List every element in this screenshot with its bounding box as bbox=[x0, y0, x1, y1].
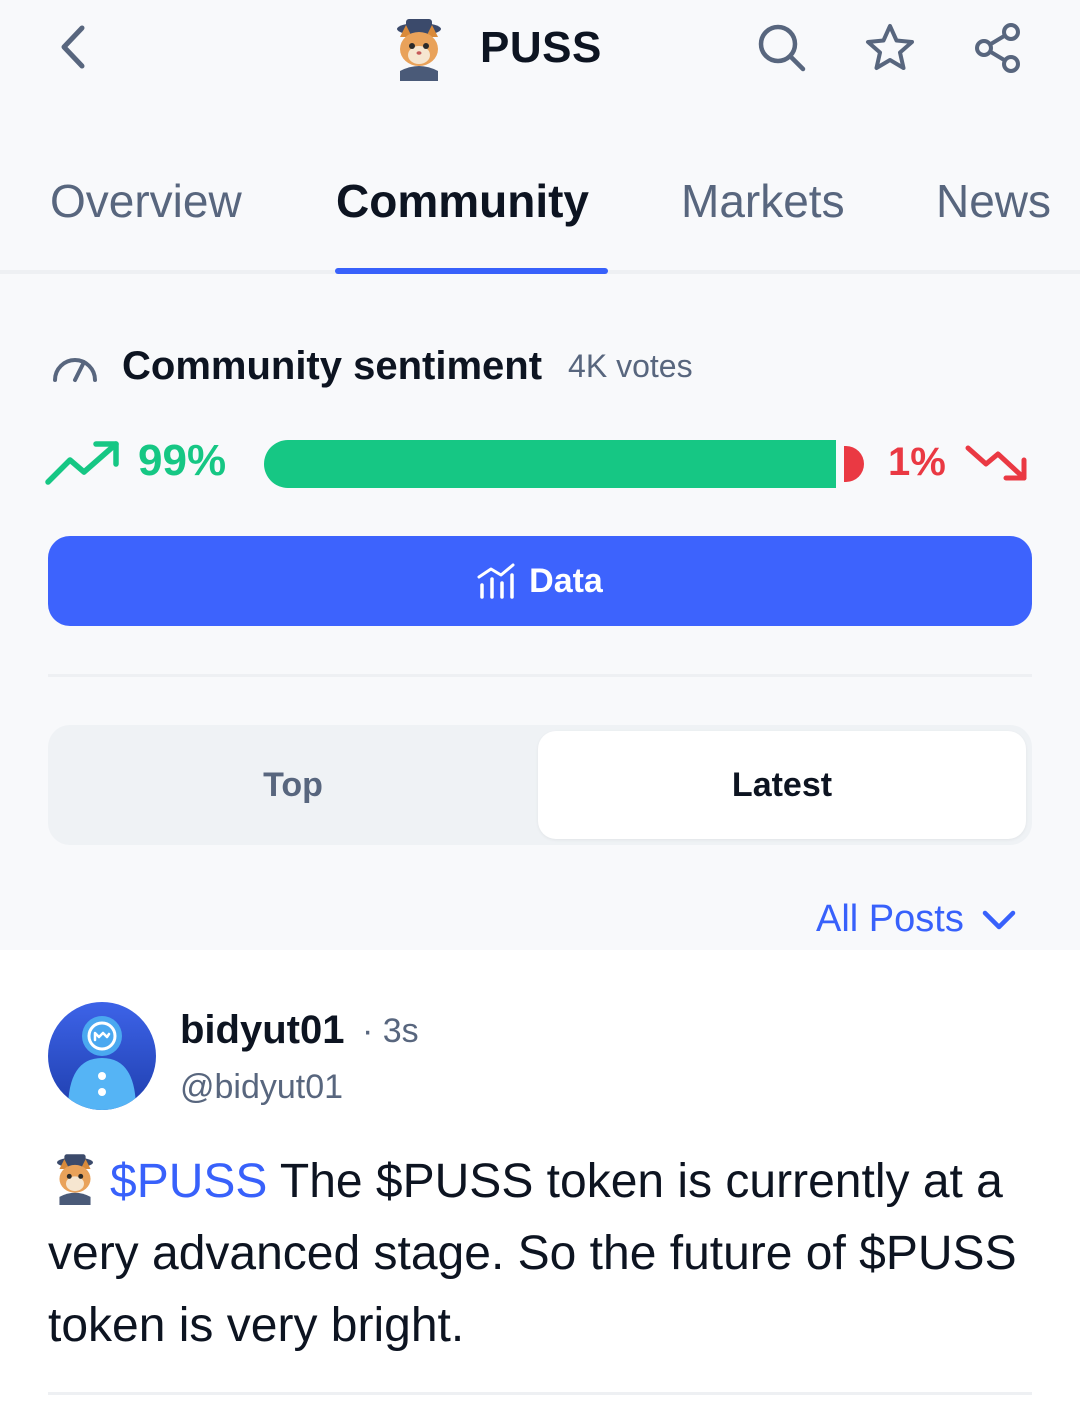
segment-top[interactable]: Top bbox=[48, 725, 538, 845]
post-username[interactable]: bidyut01 bbox=[180, 1008, 344, 1053]
back-chevron-icon bbox=[61, 25, 85, 69]
chevron-down-icon bbox=[982, 910, 1016, 929]
bullish-percentage: 99% bbox=[138, 436, 227, 485]
user-avatar-icon bbox=[48, 1002, 156, 1110]
data-button-label: Data bbox=[529, 561, 603, 600]
tab-news[interactable]: News bbox=[936, 174, 1051, 228]
tab-markets[interactable]: Markets bbox=[681, 174, 845, 228]
bearish-percentage: 1% bbox=[888, 440, 946, 484]
token-logo-icon bbox=[57, 1154, 93, 1205]
search-icon bbox=[758, 24, 806, 72]
coin-community-page: PUSS Overview Community Markets News Com… bbox=[0, 0, 1080, 1424]
sentiment-votes: 4K votes bbox=[568, 347, 693, 384]
page-title-group: PUSS bbox=[386, 12, 602, 84]
sentiment-header: Community sentiment 4K votes bbox=[50, 340, 693, 392]
bearish-bar bbox=[844, 446, 864, 482]
page-title: PUSS bbox=[480, 23, 602, 72]
sentiment-title: Community sentiment bbox=[122, 343, 543, 388]
posts-filter-label: All Posts bbox=[816, 898, 964, 940]
data-button[interactable]: Data bbox=[48, 536, 1032, 626]
search-button[interactable] bbox=[754, 20, 810, 76]
avatar[interactable] bbox=[48, 1002, 156, 1110]
tab-overview[interactable]: Overview bbox=[50, 174, 242, 228]
star-icon bbox=[866, 24, 914, 70]
bullish-bar bbox=[264, 440, 836, 488]
tab-community[interactable]: Community bbox=[336, 174, 589, 228]
gauge-icon bbox=[53, 358, 97, 382]
section-divider bbox=[48, 674, 1032, 677]
sort-segmented-control: Top Latest bbox=[48, 725, 1032, 845]
active-tab-indicator bbox=[335, 268, 608, 274]
trending-down-icon bbox=[965, 445, 1027, 481]
sentiment-bar-row: 99% 1% bbox=[44, 432, 1034, 496]
post-divider bbox=[48, 1392, 1032, 1395]
post-body: $PUSS The $PUSS token is currently at a … bbox=[48, 1146, 1038, 1362]
segment-latest[interactable]: Latest bbox=[538, 731, 1026, 839]
token-logo-icon bbox=[397, 19, 441, 81]
section-tabs: Overview Community Markets News bbox=[0, 140, 1080, 274]
bar-chart-icon bbox=[477, 563, 515, 599]
cashtag-link[interactable]: $PUSS bbox=[110, 1155, 267, 1208]
post-timestamp: · 3s bbox=[362, 1012, 419, 1050]
trending-up-icon bbox=[45, 441, 119, 485]
post-handle[interactable]: @bidyut01 bbox=[180, 1068, 343, 1107]
watchlist-star-button[interactable] bbox=[862, 20, 918, 76]
post-card[interactable]: bidyut01 · 3s @bidyut01 $PUSS The $PUSS … bbox=[0, 950, 1080, 1424]
share-button[interactable] bbox=[970, 20, 1026, 76]
posts-filter-dropdown[interactable]: All Posts bbox=[816, 898, 1016, 941]
top-bar: PUSS bbox=[0, 0, 1080, 110]
back-button[interactable] bbox=[48, 22, 98, 72]
share-icon bbox=[975, 23, 1020, 73]
